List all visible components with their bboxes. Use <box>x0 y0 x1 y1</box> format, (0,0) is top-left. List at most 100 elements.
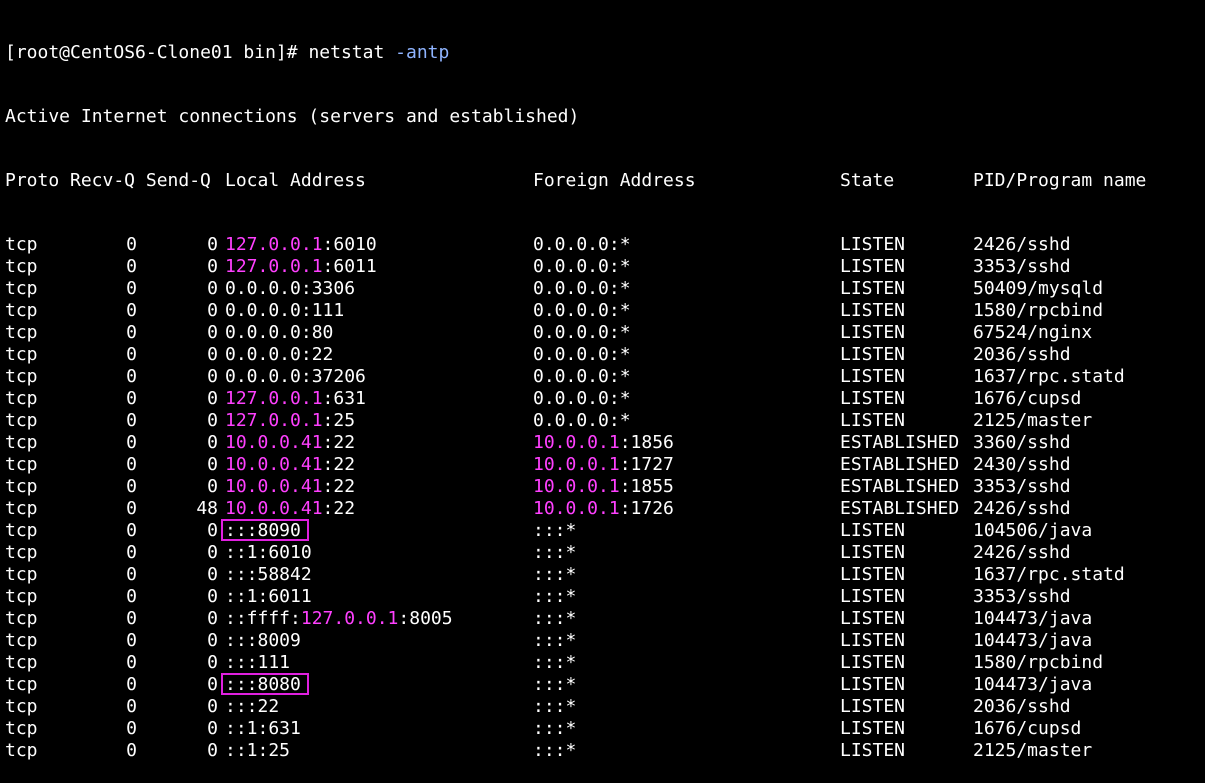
table-row: tcp 0 0 0.0.0.0:80 0.0.0.0:* LISTEN 67524/ngin… <box>5 322 1205 344</box>
ip-address: 127.0.0.1 <box>225 234 323 255</box>
column-header-state: State <box>840 170 895 191</box>
ip-address: 10.0.0.41 <box>225 476 323 497</box>
ip-address: 10.0.0.41 <box>225 454 323 475</box>
address-part: ::ffff: <box>225 608 301 629</box>
column-header-foreign: Foreign Address <box>533 170 696 191</box>
address-part: 0.0.0.0:22 <box>225 344 334 365</box>
table-row: tcp 0 0 127.0.0.1:6011 0.0.0.0:* LISTEN 3353/s… <box>5 256 1205 278</box>
address-part: ::1:25 <box>225 740 291 761</box>
address-part: :1856 <box>619 432 674 453</box>
row-send-q: 0 <box>207 696 218 717</box>
table-row: tcp 0 0 0.0.0.0:111 0.0.0.0:* LISTEN 1580/rpcb… <box>5 300 1205 322</box>
row-state: LISTEN <box>840 278 906 299</box>
row-pid-program: 2036/sshd <box>973 344 1071 365</box>
table-row: tcp 0 0::1:631:::* LISTEN 1676/cupsd <box>5 718 1205 740</box>
row-state: LISTEN <box>840 608 906 629</box>
row-local-address: 127.0.0.1:6010 <box>225 234 377 256</box>
row-local-address: :::8090 <box>225 520 301 542</box>
ip-address: 10.0.0.1 <box>533 432 620 453</box>
row-send-q: 0 <box>207 454 218 475</box>
column-header-local: Local Address <box>225 170 366 191</box>
row-foreign-address: 10.0.0.1:1855 <box>533 476 674 498</box>
command-line: [root@CentOS6-Clone01 bin]# netstat -ant… <box>5 42 1205 64</box>
address-part: 0.0.0.0:3306 <box>225 278 356 299</box>
address-part: ::1:6010 <box>225 542 312 563</box>
column-header-proto: Proto <box>5 170 60 191</box>
row-state: LISTEN <box>840 630 906 651</box>
address-part: ::1:631 <box>225 718 301 739</box>
row-local-address: :::8009 <box>225 630 301 652</box>
row-send-q: 0 <box>207 322 218 343</box>
address-part: :631 <box>322 388 366 409</box>
row-send-q: 48 <box>196 498 218 519</box>
row-pid-program: 1580/rpcbind <box>973 652 1104 673</box>
address-part: 0.0.0.0:* <box>533 256 631 277</box>
row-send-q: 0 <box>207 608 218 629</box>
row-state: LISTEN <box>840 740 906 761</box>
row-local-address: ::1:6010 <box>225 542 312 564</box>
row-foreign-address: 0.0.0.0:* <box>533 300 631 322</box>
address-part: :22 <box>322 454 356 475</box>
row-pid-program: 50409/mysqld <box>973 278 1104 299</box>
row-state: LISTEN <box>840 564 906 585</box>
row-pid-program: 3353/sshd <box>973 256 1071 277</box>
row-send-q: 0 <box>207 542 218 563</box>
row-foreign-address: 0.0.0.0:* <box>533 278 631 300</box>
address-part: 0.0.0.0:* <box>533 300 631 321</box>
address-part: :6010 <box>322 234 377 255</box>
address-part: :::* <box>533 630 577 651</box>
row-foreign-address: 10.0.0.1:1727 <box>533 454 674 476</box>
row-pid-program: 1637/rpc.statd <box>973 366 1125 387</box>
row-send-q: 0 <box>207 234 218 255</box>
shell-prompt: [root@CentOS6-Clone01 bin]# <box>5 42 309 63</box>
row-pid-program: 67524/nginx <box>973 322 1093 343</box>
row-state: LISTEN <box>840 234 906 255</box>
row-local-address: :::8080 <box>225 674 301 696</box>
row-state: LISTEN <box>840 344 906 365</box>
row-foreign-address: 10.0.0.1:1726 <box>533 498 674 520</box>
row-state: LISTEN <box>840 366 906 387</box>
row-state: LISTEN <box>840 674 906 695</box>
table-row: tcp 0 0 0.0.0.0:37206 0.0.0.0:* LISTEN 1637/rp… <box>5 366 1205 388</box>
row-local-address: 10.0.0.41:22 <box>225 432 355 454</box>
column-headers: Proto Recv-Q Send-Q Local Address Foreig… <box>5 170 1205 192</box>
row-pid-program: 2125/master <box>973 410 1093 431</box>
row-pid-program: 1676/cupsd <box>973 388 1082 409</box>
row-state: LISTEN <box>840 300 906 321</box>
address-part: :25 <box>322 410 356 431</box>
row-state: LISTEN <box>840 652 906 673</box>
row-pid-program: 3353/sshd <box>973 586 1071 607</box>
row-pid-program: 2125/master <box>973 740 1093 761</box>
address-part: 0.0.0.0:* <box>533 278 631 299</box>
row-local-address: :::58842 <box>225 564 312 586</box>
row-pid-program: 3353/sshd <box>973 476 1071 497</box>
terminal-output[interactable]: [root@CentOS6-Clone01 bin]# netstat -ant… <box>5 0 1205 783</box>
row-foreign-address: :::* <box>533 542 576 564</box>
address-part: :22 <box>322 498 356 519</box>
row-pid-program: 1676/cupsd <box>973 718 1082 739</box>
table-row: tcp 0 0 10.0.0.41:22 10.0.0.1:1855 ESTABLISHE… <box>5 476 1205 498</box>
address-part: :::8080 <box>225 674 301 695</box>
table-row: tcp 0 0 127.0.0.1:25 0.0.0.0:* LISTEN 2125/mas… <box>5 410 1205 432</box>
table-row: tcp 0 0 127.0.0.1:6010 0.0.0.0:* LISTEN 2426/s… <box>5 234 1205 256</box>
row-pid-program: 104473/java <box>973 608 1093 629</box>
row-foreign-address: :::* <box>533 520 576 542</box>
row-foreign-address: 0.0.0.0:* <box>533 366 631 388</box>
row-send-q: 0 <box>207 674 218 695</box>
row-local-address: ::1:631 <box>225 718 301 740</box>
row-pid-program: 104473/java <box>973 674 1093 695</box>
address-part: 0.0.0.0:* <box>533 366 631 387</box>
row-foreign-address: :::* <box>533 740 576 762</box>
column-header-pid: PID/Program name <box>973 170 1147 191</box>
address-part: :::22 <box>225 696 280 717</box>
address-part: 0.0.0.0:* <box>533 344 631 365</box>
table-row: tcp 0 0::1:25:::* LISTEN 2125/master <box>5 740 1205 762</box>
row-send-q: 0 <box>207 740 218 761</box>
address-part: :::* <box>533 696 577 717</box>
row-foreign-address: 0.0.0.0:* <box>533 410 631 432</box>
row-foreign-address: 0.0.0.0:* <box>533 344 631 366</box>
address-part: :1726 <box>619 498 674 519</box>
ip-address: 127.0.0.1 <box>225 410 323 431</box>
row-pid-program: 1637/rpc.statd <box>973 564 1125 585</box>
address-part: 0.0.0.0:* <box>533 234 631 255</box>
